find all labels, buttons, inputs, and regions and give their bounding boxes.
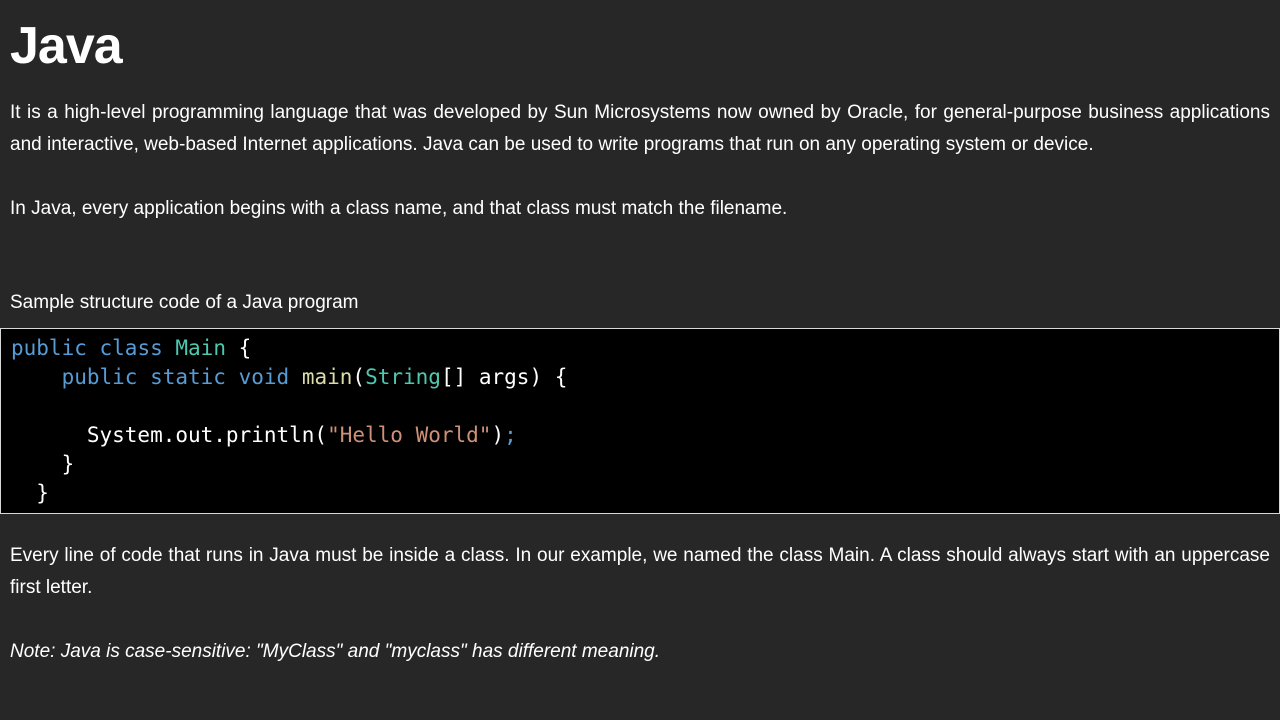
code-keyword: class bbox=[99, 336, 163, 360]
code-class-name: Main bbox=[175, 336, 226, 360]
code-caption: Sample structure code of a Java program bbox=[10, 292, 359, 313]
code-semicolon: ; bbox=[504, 423, 517, 447]
code-line: public static void main(String[] args) { bbox=[11, 363, 568, 392]
code-punctuation: ( bbox=[352, 365, 366, 389]
code-line: } bbox=[11, 450, 75, 479]
code-keyword: public bbox=[61, 365, 138, 389]
code-type: String bbox=[365, 365, 441, 389]
case-sensitivity-note: Note: Java is case-sensitive: "MyClass" … bbox=[10, 641, 661, 662]
code-line: System.out.println("Hello World"); bbox=[11, 421, 517, 450]
code-line: public class Main { bbox=[11, 334, 251, 363]
code-block: public class Main { public static void m… bbox=[0, 328, 1280, 514]
code-brace: { bbox=[238, 336, 252, 360]
code-method-name: main bbox=[301, 365, 353, 389]
page-title: Java bbox=[10, 17, 123, 75]
code-call: System.out.println( bbox=[86, 423, 328, 447]
code-keyword: void bbox=[238, 365, 290, 389]
code-punctuation: ) bbox=[491, 423, 505, 447]
code-string: "Hello World" bbox=[327, 423, 492, 447]
class-rule-paragraph: Every line of code that runs in Java mus… bbox=[10, 545, 1270, 598]
code-brace: } bbox=[61, 452, 75, 476]
class-paragraph: In Java, every application begins with a… bbox=[10, 198, 788, 219]
code-brace: } bbox=[36, 481, 49, 505]
code-args: [] args) { bbox=[440, 365, 568, 389]
code-line: } bbox=[11, 479, 49, 508]
code-keyword: public bbox=[11, 336, 87, 360]
code-keyword: static bbox=[150, 365, 226, 389]
page: Java It is a high-level programming lang… bbox=[0, 0, 1280, 720]
intro-paragraph: It is a high-level programming language … bbox=[10, 102, 1270, 155]
